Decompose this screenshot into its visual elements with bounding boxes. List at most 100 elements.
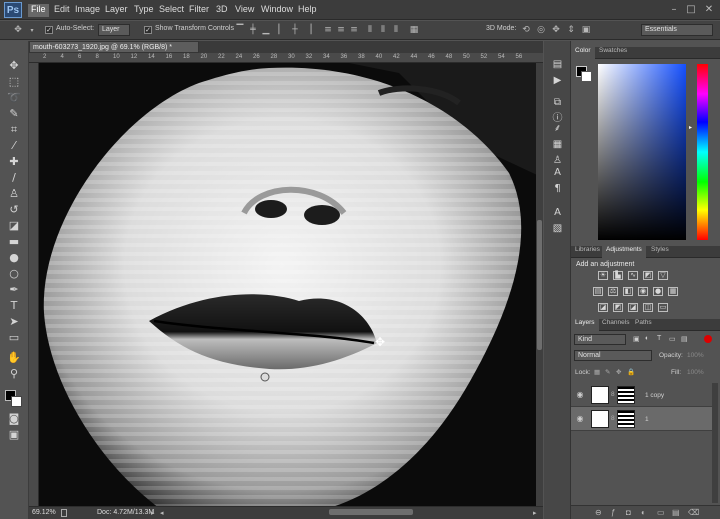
filter-smart-object-icon[interactable]: ▤: [681, 335, 688, 343]
move-tool-icon[interactable]: ✥: [4, 58, 24, 73]
filter-adjustment-icon[interactable]: ◐: [645, 335, 649, 342]
new-adjustment-layer-icon[interactable]: ◐: [641, 508, 646, 517]
tab-styles[interactable]: Styles: [647, 246, 673, 258]
new-group-icon[interactable]: ▭: [657, 508, 665, 517]
layer-row[interactable]: ◉ 8 1: [571, 407, 713, 431]
workspace-dropdown[interactable]: Essentials: [641, 24, 713, 36]
gradient-map-icon[interactable]: ▭: [658, 303, 668, 312]
character-panel-icon[interactable]: A: [550, 166, 565, 180]
hue-saturation-icon[interactable]: ▤: [593, 287, 603, 296]
document-canvas[interactable]: ✥: [39, 63, 536, 506]
layer-filter-kind-dropdown[interactable]: Kind: [574, 334, 626, 345]
align-hcenter-icon[interactable]: ┼: [289, 25, 301, 36]
black-white-icon[interactable]: ◧: [623, 287, 633, 296]
status-arrow-icon[interactable]: ▸: [151, 509, 155, 517]
menu-select[interactable]: Select: [156, 4, 187, 17]
threshold-icon[interactable]: ◪: [628, 303, 638, 312]
zoom-tool-icon[interactable]: ⚲: [4, 366, 24, 381]
filter-shape-icon[interactable]: ▭: [669, 335, 676, 343]
layer-style-icon[interactable]: ƒ: [611, 508, 615, 517]
distribute-right-icon[interactable]: ⦀: [390, 25, 402, 36]
new-layer-icon[interactable]: ▤: [672, 508, 680, 517]
menu-edit[interactable]: Edit: [51, 4, 73, 17]
scroll-right-icon[interactable]: ▸: [533, 509, 537, 517]
show-transform-checkbox[interactable]: ✓: [144, 26, 152, 34]
layer-row[interactable]: ◉ 8 1 copy: [571, 383, 713, 407]
align-bottom-icon[interactable]: ▁: [260, 25, 272, 36]
close-button[interactable]: ✕: [701, 3, 717, 16]
play-actions-icon[interactable]: ▶: [550, 74, 565, 88]
history-panel-icon[interactable]: ▤: [550, 58, 565, 72]
hue-slider[interactable]: [697, 64, 708, 240]
3d-rotate-icon[interactable]: ⟲: [520, 25, 532, 36]
eyedropper-tool-icon[interactable]: ⁄: [4, 138, 24, 153]
tab-paths[interactable]: Paths: [631, 319, 656, 331]
layer-name[interactable]: 1: [645, 416, 649, 423]
vibrance-icon[interactable]: ▽: [658, 271, 668, 280]
screen-mode-icon[interactable]: ▣: [4, 427, 24, 442]
lock-image-icon[interactable]: ✎: [605, 368, 610, 376]
delete-layer-icon[interactable]: ⌫: [688, 508, 699, 517]
align-vcenter-icon[interactable]: ╪: [247, 25, 259, 36]
eye-icon[interactable]: ◉: [575, 414, 585, 424]
document-tab[interactable]: mouth-603273_1920.jpg @ 69.1% (RGB/8) *: [29, 41, 199, 53]
menu-image[interactable]: Image: [72, 4, 103, 17]
tab-swatches[interactable]: Swatches: [595, 47, 631, 59]
menu-view[interactable]: View: [232, 4, 257, 17]
selective-color-icon[interactable]: ◫: [643, 303, 653, 312]
filter-type-icon[interactable]: T: [657, 335, 661, 342]
brush-panel-icon[interactable]: ⸙: [550, 122, 565, 136]
invert-icon[interactable]: ◪: [598, 303, 608, 312]
zoom-level[interactable]: 69.12%: [32, 509, 56, 516]
gradient-tool-icon[interactable]: ▬: [4, 234, 24, 249]
maximize-button[interactable]: □: [683, 3, 699, 16]
align-left-icon[interactable]: ▏: [276, 25, 288, 36]
status-info-icon[interactable]: [61, 509, 67, 517]
3d-slide-icon[interactable]: ⇕: [565, 25, 577, 36]
layer-mask-thumbnail[interactable]: [617, 410, 635, 428]
quick-select-tool-icon[interactable]: ✎: [4, 106, 24, 121]
background-color-swatch[interactable]: [11, 396, 22, 407]
channel-mixer-icon[interactable]: ●: [653, 287, 663, 296]
lock-position-icon[interactable]: ✥: [616, 368, 621, 376]
horizontal-scroll-thumb[interactable]: [329, 509, 413, 515]
menu-file[interactable]: File: [28, 4, 49, 17]
path-selection-tool-icon[interactable]: ➤: [4, 314, 24, 329]
move-tool-preset-icon[interactable]: ✥: [12, 25, 24, 36]
distribute-vcenter-icon[interactable]: ≡: [335, 25, 347, 36]
distribute-left-icon[interactable]: ⦀: [364, 25, 376, 36]
filter-toggle-icon[interactable]: [704, 335, 712, 343]
link-layers-icon[interactable]: ⊖: [595, 508, 602, 517]
tab-libraries[interactable]: Libraries: [571, 246, 604, 258]
auto-select-dropdown[interactable]: Layer: [98, 24, 130, 36]
eye-icon[interactable]: ◉: [575, 390, 585, 400]
pen-tool-icon[interactable]: ✒: [4, 282, 24, 297]
blend-mode-dropdown[interactable]: Normal: [574, 350, 652, 361]
dodge-tool-icon[interactable]: ○: [4, 266, 24, 281]
brush-presets-icon[interactable]: ▦: [550, 138, 565, 152]
menu-3d[interactable]: 3D: [213, 4, 231, 17]
lasso-tool-icon[interactable]: ➰: [4, 90, 24, 105]
menu-type[interactable]: Type: [131, 4, 157, 17]
3d-pan-icon[interactable]: ✥: [550, 25, 562, 36]
layer-name[interactable]: 1 copy: [645, 392, 664, 399]
menu-layer[interactable]: Layer: [102, 4, 131, 17]
filter-pixel-icon[interactable]: ▣: [633, 335, 640, 343]
color-lookup-icon[interactable]: ▦: [668, 287, 678, 296]
type-tool-icon[interactable]: T: [4, 298, 24, 313]
shape-tool-icon[interactable]: ▭: [4, 330, 24, 345]
opacity-value[interactable]: 100%: [687, 352, 704, 359]
vertical-scroll-thumb[interactable]: [537, 220, 542, 350]
crop-tool-icon[interactable]: ⌗: [4, 122, 24, 137]
menu-filter[interactable]: Filter: [186, 4, 212, 17]
levels-icon[interactable]: ▙: [613, 271, 623, 280]
tab-layers[interactable]: Layers: [571, 319, 599, 331]
distribute-bottom-icon[interactable]: ≡: [348, 25, 360, 36]
color-picker-field[interactable]: [598, 64, 686, 240]
quick-mask-icon[interactable]: ◙: [4, 411, 24, 426]
minimize-button[interactable]: –: [666, 3, 682, 16]
paragraph-panel-icon[interactable]: ¶: [550, 182, 565, 196]
posterize-icon[interactable]: ◩: [613, 303, 623, 312]
auto-align-icon[interactable]: ▦: [408, 25, 420, 36]
auto-select-checkbox[interactable]: ✓: [45, 26, 53, 34]
